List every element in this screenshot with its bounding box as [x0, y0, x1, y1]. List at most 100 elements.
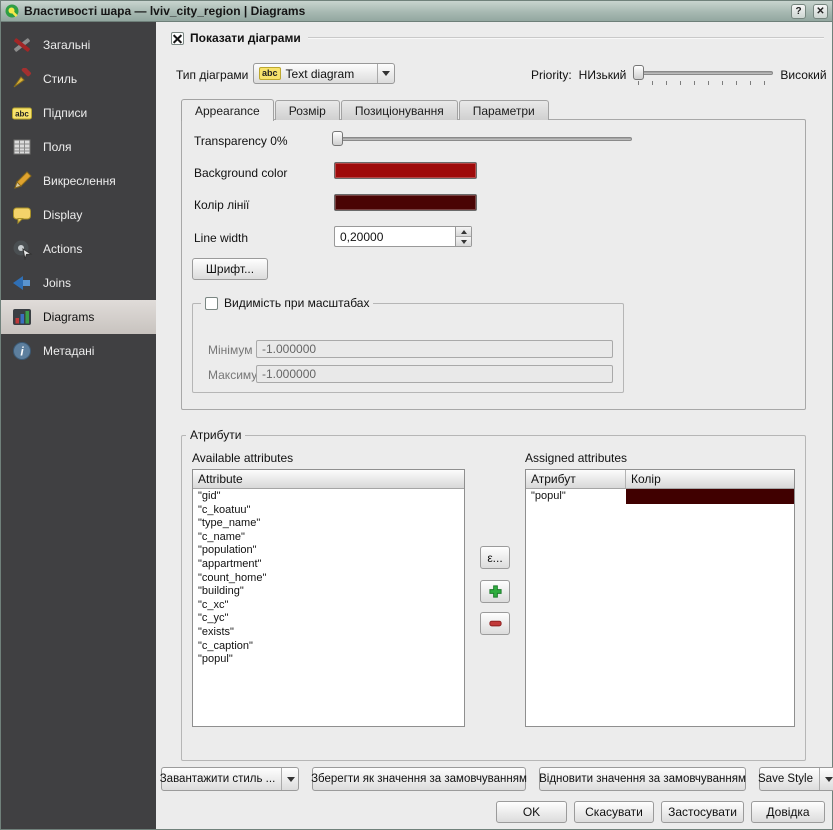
tab-size[interactable]: Розмір	[275, 100, 340, 120]
sidebar-item-general[interactable]: Загальні	[1, 28, 156, 62]
column-header-attribute[interactable]: Атрибут	[526, 470, 626, 488]
sidebar-item-label: Display	[43, 208, 82, 222]
help-button[interactable]: Довідка	[751, 801, 825, 823]
sidebar-item-labels[interactable]: abc Підписи	[1, 96, 156, 130]
sidebar-item-fields[interactable]: Поля	[1, 130, 156, 164]
list-item[interactable]: "c_xc"	[193, 599, 464, 613]
sidebar-item-label: Загальні	[43, 38, 90, 52]
minus-icon	[488, 616, 503, 631]
help-titlebar-button[interactable]: ?	[791, 4, 806, 19]
tabbar: Appearance Розмір Позиціонування Парамет…	[181, 99, 550, 120]
list-item[interactable]: "c_name"	[193, 531, 464, 545]
sidebar-item-metadata[interactable]: i Метадані	[1, 334, 156, 368]
appearance-pane: Transparency 0% Background color Колір л…	[181, 119, 806, 410]
general-icon	[10, 33, 34, 57]
spin-down-button[interactable]	[456, 237, 471, 246]
show-diagrams-checkbox[interactable]: Показати діаграми	[171, 31, 301, 45]
layer-properties-window: Властивості шара — lviv_city_region | Di…	[0, 0, 833, 830]
tab-appearance[interactable]: Appearance	[181, 99, 274, 121]
add-attribute-button[interactable]	[480, 580, 510, 603]
background-color-button[interactable]	[334, 162, 477, 179]
available-attributes-body: "gid" "c_koatuu" "type_name" "c_name" "p…	[193, 489, 464, 726]
line-color-button[interactable]	[334, 194, 477, 211]
attributes-group-label: Атрибути	[190, 428, 241, 442]
priority-high-label: Високий	[780, 68, 826, 82]
column-header-color[interactable]: Колір	[626, 470, 794, 488]
line-color-label: Колір лінії	[194, 198, 249, 212]
sidebar-item-label: Actions	[43, 242, 82, 256]
available-attributes-list[interactable]: Attribute "gid" "c_koatuu" "type_name" "…	[192, 469, 465, 727]
list-item[interactable]: "gid"	[193, 490, 464, 504]
table-icon	[10, 135, 34, 159]
list-item[interactable]: "c_koatuu"	[193, 504, 464, 518]
slider-handle[interactable]	[332, 131, 343, 146]
list-item[interactable]: "exists"	[193, 626, 464, 640]
tab-placement[interactable]: Позиціонування	[341, 100, 458, 120]
chevron-down-icon[interactable]	[819, 768, 833, 790]
list-item[interactable]: "count_home"	[193, 572, 464, 586]
chevron-down-icon[interactable]	[377, 64, 394, 83]
sidebar-item-display[interactable]: Display	[1, 198, 156, 232]
list-item[interactable]: "type_name"	[193, 517, 464, 531]
chart-icon	[10, 305, 34, 329]
sidebar-item-style[interactable]: Стиль	[1, 62, 156, 96]
cancel-button[interactable]: Скасувати	[574, 801, 654, 823]
available-attributes-header[interactable]: Attribute	[193, 470, 464, 489]
sidebar-item-label: Diagrams	[43, 310, 94, 324]
tab-options[interactable]: Параметри	[459, 100, 549, 120]
load-style-button[interactable]: Завантажити стиль ...	[161, 767, 299, 791]
table-row[interactable]: "popul"	[526, 489, 794, 504]
titlebar[interactable]: Властивості шара — lviv_city_region | Di…	[1, 1, 832, 22]
sidebar-item-actions[interactable]: Actions	[1, 232, 156, 266]
ok-button[interactable]: OK	[496, 801, 567, 823]
font-button[interactable]: Шрифт...	[192, 258, 268, 280]
style-buttons-row: Завантажити стиль ... Зберегти як значен…	[161, 767, 833, 791]
slider-ticks	[638, 81, 771, 85]
list-item[interactable]: "appartment"	[193, 558, 464, 572]
scale-visibility-group: Видимість при масштабах Мінімум Максимум	[192, 303, 624, 393]
remove-attribute-button[interactable]	[480, 612, 510, 635]
assigned-attributes-table[interactable]: Атрибут Колір "popul"	[525, 469, 795, 727]
sidebar-item-label: Стиль	[43, 72, 77, 86]
spin-up-button[interactable]	[456, 227, 471, 237]
transparency-slider[interactable]	[332, 129, 632, 148]
speech-bubble-icon	[10, 203, 34, 227]
list-item[interactable]: "c_yc"	[193, 612, 464, 626]
list-item[interactable]: "popul"	[193, 653, 464, 667]
line-width-spinbox[interactable]	[334, 226, 472, 247]
save-style-label: Save Style	[758, 773, 813, 785]
plus-icon	[488, 584, 503, 599]
chevron-down-icon[interactable]	[281, 768, 300, 790]
join-arrow-icon	[10, 271, 34, 295]
expression-button[interactable]: ε...	[480, 546, 510, 569]
scale-visibility-title[interactable]: Видимість при масштабах	[201, 296, 373, 310]
checkbox-unchecked-icon[interactable]	[205, 297, 218, 310]
maximum-input	[256, 365, 613, 383]
close-button[interactable]: ✕	[813, 4, 828, 19]
attributes-group: Атрибути Available attributes Attribute …	[181, 435, 806, 761]
sidebar-item-rendering[interactable]: Викреслення	[1, 164, 156, 198]
sidebar-item-label: Joins	[43, 276, 71, 290]
sidebar-item-joins[interactable]: Joins	[1, 266, 156, 300]
priority-slider[interactable]	[633, 63, 773, 87]
line-width-input[interactable]	[335, 227, 455, 246]
priority-row: Priority: НИзький Високий	[531, 63, 827, 87]
show-diagrams-label: Показати діаграми	[190, 31, 301, 45]
diagram-type-dropdown[interactable]: abc Text diagram	[253, 63, 395, 84]
sidebar-item-diagrams[interactable]: Diagrams	[1, 300, 156, 334]
assigned-attribute-cell[interactable]: "popul"	[526, 489, 626, 504]
restore-default-button[interactable]: Відновити значення за замовчуванням	[539, 767, 746, 791]
list-item[interactable]: "c_caption"	[193, 640, 464, 654]
save-as-default-button[interactable]: Зберегти як значення за замовчуванням	[312, 767, 526, 791]
list-item[interactable]: "population"	[193, 544, 464, 558]
transparency-label: Transparency 0%	[194, 134, 288, 148]
slider-handle[interactable]	[633, 65, 644, 80]
pen-icon	[10, 169, 34, 193]
save-style-button[interactable]: Save Style	[759, 767, 833, 791]
list-item[interactable]: "building"	[193, 585, 464, 599]
assigned-color-cell[interactable]	[626, 489, 794, 504]
abc-label-icon: abc	[10, 101, 34, 125]
gear-arrow-icon	[10, 237, 34, 261]
apply-button[interactable]: Застосувати	[661, 801, 744, 823]
minimum-label: Мінімум	[208, 343, 252, 357]
